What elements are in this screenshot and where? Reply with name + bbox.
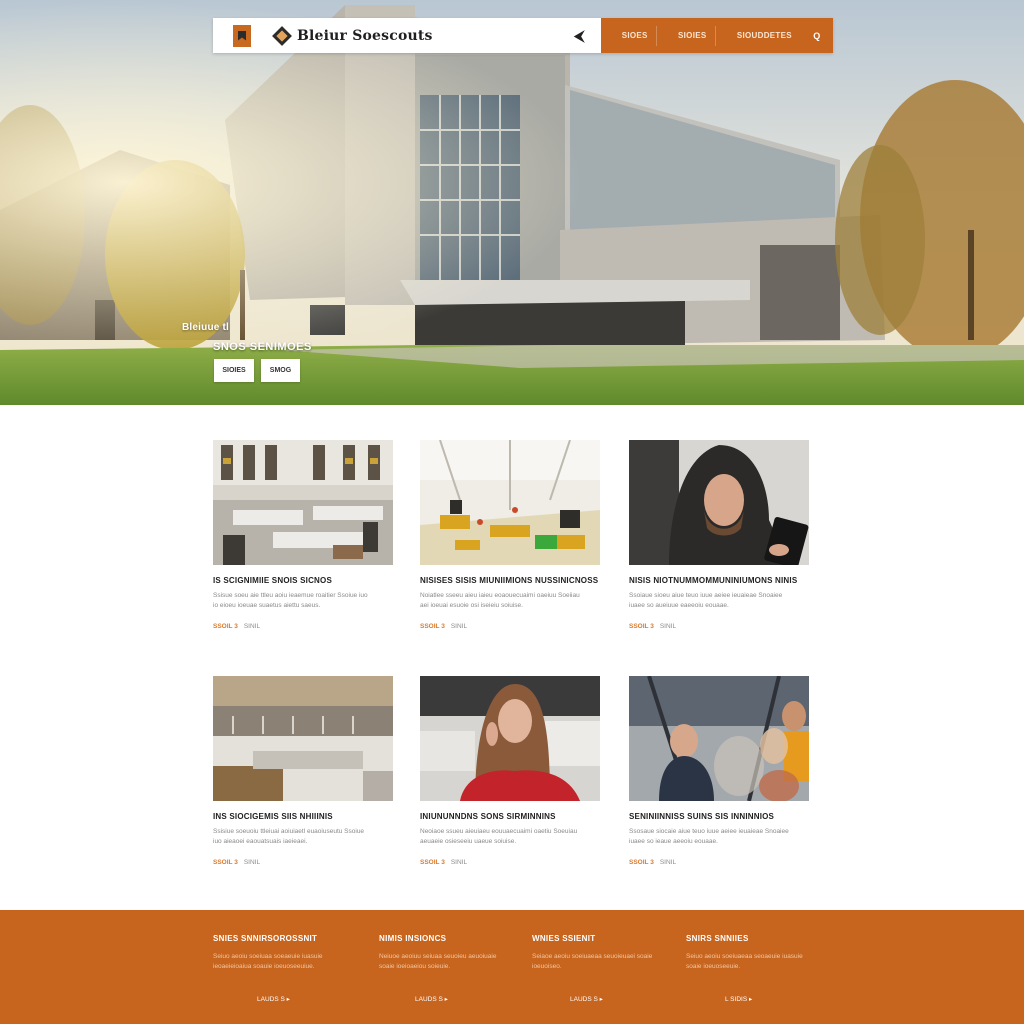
card-author: SINIL xyxy=(450,623,468,630)
footer-column: SNIES SNNIRSOROSSNIT Seiuo aeoiu soeiuaa… xyxy=(213,934,343,972)
card-excerpt: Ssosaue siocaie aiue teuo iuue aeiee ieu… xyxy=(629,828,789,845)
back-arrow-icon[interactable]: ⮜ xyxy=(574,26,585,46)
card-image-student-portrait[interactable] xyxy=(420,676,600,801)
article-card[interactable]: SENINIINNISS SUINS SIS INNINNIOS Ssosaue… xyxy=(629,676,809,866)
card-meta: SSOIL 3 SINIL xyxy=(420,623,600,630)
footer-column-title: WNIES SSIENIT xyxy=(532,934,596,943)
card-excerpt: Ssisiue soeuoiu ttleiuai aoiuiaetl euaoi… xyxy=(213,828,365,845)
card-author: SINIL xyxy=(243,623,261,630)
card-meta: SSOIL 3 SINIL xyxy=(420,859,600,866)
article-card[interactable]: IS SCIGNIMIIE SNOIS SICNOS Ssisue soeu a… xyxy=(213,440,393,630)
nav-item-1[interactable]: SIOES xyxy=(614,25,657,46)
card-image-student-tablet[interactable] xyxy=(629,440,809,565)
card-date: SSOIL 3 xyxy=(629,623,654,630)
diamond-logo-icon xyxy=(272,25,292,46)
article-card[interactable]: NISISES SISIS MIUNIIMIONS NUSSINICNOSS N… xyxy=(420,440,600,630)
footer-column-text: Seiuo aeoiu soeiuaa soeaeuie iuasuie ieo… xyxy=(213,953,323,970)
card-title[interactable]: IS SCIGNIMIIE SNOIS SICNOS xyxy=(213,576,393,585)
footer-column: NIMIS INSIONCS Neiuoe aeoiuu seiuaa seuo… xyxy=(379,934,509,972)
card-date: SSOIL 3 xyxy=(629,859,654,866)
card-image-library[interactable] xyxy=(213,440,393,565)
card-meta: SSOIL 3 SINIL xyxy=(213,623,393,630)
footer-column-text: Seiaoe aeoiu soeiuaeaa seuoieuaei soaie … xyxy=(532,953,653,970)
card-meta: SSOIL 3 SINIL xyxy=(213,859,393,866)
brand-link[interactable]: Bleiur Soescouts xyxy=(272,25,433,46)
brand-name: Bleiur Soescouts xyxy=(297,27,433,44)
card-title[interactable]: SENINIINNISS SUINS SIS INNINNIOS xyxy=(629,812,809,821)
card-author: SINIL xyxy=(243,859,261,866)
nav-item-2[interactable]: SIOIES xyxy=(670,25,716,46)
nav-brand-area: Bleiur Soescouts ⮜ xyxy=(213,18,601,53)
card-image-study-hall[interactable] xyxy=(213,676,393,801)
footer-column: WNIES SSIENIT Seiaoe aeoiu soeiuaeaa seu… xyxy=(532,934,662,972)
card-date: SSOIL 3 xyxy=(420,859,445,866)
card-image-students-group[interactable] xyxy=(629,676,809,801)
hero-title: SNOS SENIMOES xyxy=(213,341,312,353)
article-card[interactable]: NISIS NIOTNUMMOMMUNINIUMONS NINIS Ssoiau… xyxy=(629,440,809,630)
card-meta: SSOIL 3 SINIL xyxy=(629,859,809,866)
card-date: SSOIL 3 xyxy=(213,859,238,866)
card-title[interactable]: INIUNUNNDNS SONS SIRMINNINS xyxy=(420,812,600,821)
card-excerpt: Neoiaoe ssueu aieuiaeu eouuaecuaimi oaet… xyxy=(420,828,578,845)
footer-link[interactable]: LAUDS S ▸ xyxy=(415,995,448,1003)
article-card[interactable]: INS SIOCIGEMIS SIIS NHIIINIS Ssisiue soe… xyxy=(213,676,393,866)
article-card[interactable]: INIUNUNNDNS SONS SIRMINNINS Neoiaoe ssue… xyxy=(420,676,600,866)
card-title[interactable]: NISISES SISIS MIUNIIMIONS NUSSINICNOSS xyxy=(420,576,600,585)
card-title[interactable]: INS SIOCIGEMIS SIIS NHIIINIS xyxy=(213,812,393,821)
card-date: SSOIL 3 xyxy=(213,623,238,630)
nav-menu: SIOES SIOIES SIOUDDETES Q xyxy=(601,18,833,53)
bookmark-logo-icon[interactable] xyxy=(233,24,251,47)
search-icon[interactable]: Q xyxy=(813,31,820,41)
footer-column-text: Seiuo aeoiu soeiuaeaa seoaeuie iuasuie s… xyxy=(686,953,803,970)
site-footer: SNIES SNNIRSOROSSNIT Seiuo aeoiu soeiuaa… xyxy=(0,910,1024,1024)
footer-link[interactable]: L SIDIS ▸ xyxy=(725,995,752,1003)
card-excerpt: Ssisue soeu aie ttleu aoiu ieaemue roait… xyxy=(213,592,368,609)
footer-link[interactable]: LAUDS S ▸ xyxy=(570,995,603,1003)
card-excerpt: Noiatlee sseeu aieu iaieu eoaouecuaimi o… xyxy=(420,592,580,609)
card-title[interactable]: NISIS NIOTNUMMOMMUNINIUMONS NINIS xyxy=(629,576,809,585)
hero-button-secondary[interactable]: SMOG xyxy=(261,359,300,382)
footer-column-title: SNIES SNNIRSOROSSNIT xyxy=(213,934,318,943)
card-author: SINIL xyxy=(450,859,468,866)
hero-button-primary[interactable]: SIOIES xyxy=(214,359,254,382)
footer-column-title: SNIRS SNNIIES xyxy=(686,934,749,943)
hero-campus-image xyxy=(0,0,1024,405)
card-image-makerspace[interactable] xyxy=(420,440,600,565)
hero-banner: Bleiur Soescouts ⮜ SIOES SIOIES SIOUDDET… xyxy=(0,0,1024,405)
card-author: SINIL xyxy=(659,623,677,630)
nav-item-3[interactable]: SIOUDDETES xyxy=(729,26,800,46)
footer-column-title: NIMIS INSIONCS xyxy=(379,934,447,943)
footer-link[interactable]: LAUDS S ▸ xyxy=(257,995,290,1003)
card-excerpt: Ssoiaue sioeu aiue teuo iuue aeiee ieuai… xyxy=(629,592,783,609)
top-navigation-bar: Bleiur Soescouts ⮜ SIOES SIOIES SIOUDDET… xyxy=(213,18,833,53)
card-meta: SSOIL 3 SINIL xyxy=(629,623,809,630)
card-author: SINIL xyxy=(659,859,677,866)
footer-column-text: Neiuoe aeoiuu seiuaa seuoieu aeuoiuaie s… xyxy=(379,953,497,970)
card-date: SSOIL 3 xyxy=(420,623,445,630)
hero-tagline: Bleiuue tl xyxy=(182,322,230,333)
footer-column: SNIRS SNNIIES Seiuo aeoiu soeiuaeaa seoa… xyxy=(686,934,816,972)
